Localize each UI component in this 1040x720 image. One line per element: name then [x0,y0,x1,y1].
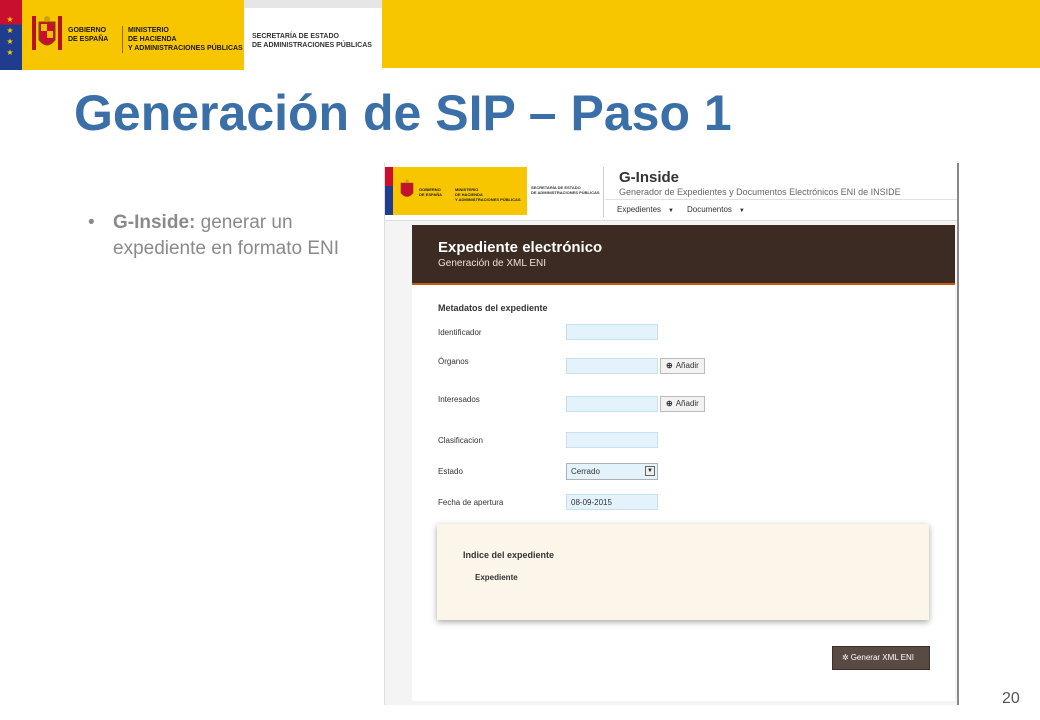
estado-value: Cerrado [571,467,600,476]
dropdown-arrow-icon: ▼ [645,466,655,476]
page-number: 20 [1002,690,1020,707]
mini-gobierno-label: GOBIERNO DE ESPAÑA [419,187,443,197]
add-interesado-button[interactable]: ⊕ Añadir [660,396,705,412]
ministerio-label: MINISTERIO DE HACIENDA Y ADMINISTRACIONES … [122,26,243,53]
estado-select[interactable]: Cerrado ▼ [566,463,658,480]
panel-title: Expediente electrónico [438,239,603,256]
government-logo: GOBIERNO DE ESPAÑA MINISTERIO DE HACIENDA Y… [22,0,244,70]
organos-input[interactable] [566,358,658,374]
top-banner: ★ ★ ★ ★ GOBIERNO DE ESPAÑA MINISTERIO DE HACI… [0,0,1040,70]
app-title: G-Inside [619,169,680,186]
nav-expedientes[interactable]: Expedientes ▼ [617,205,674,214]
fecha-label: Fecha de apertura [438,498,504,507]
slide: ★ ★ ★ ★ GOBIERNO DE ESPAÑA MINISTERIO DE HACI… [0,0,1040,720]
caret-down-icon: ▼ [668,208,674,214]
expediente-panel: Expediente electrónico Generación de XML… [412,225,955,701]
header-divider [603,167,604,217]
clasificacion-label: Clasificacion [438,436,483,445]
organos-label: Órganos [438,357,469,366]
eu-stars-icon: ★ ★ ★ ★ [6,15,14,57]
eu-flag-strip: ★ ★ ★ ★ [0,0,22,70]
app-header: GOBIERNO DE ESPAÑA MINISTERIO DE HACIENDA Y… [385,163,957,221]
secretaria-label: SECRETARÍA DE ESTADO DE ADMINISTRACIONES … [252,33,372,49]
estado-label: Estado [438,467,463,476]
section-title: Metadatos del expediente [438,303,548,313]
plus-circle-icon: ⊕ [666,361,673,370]
app-screenshot: GOBIERNO DE ESPAÑA MINISTERIO DE HACIENDA Y… [384,163,959,705]
interesados-label: Interesados [438,395,480,404]
clasificacion-input[interactable] [566,432,658,448]
generate-xml-button[interactable]: ✲ Generar XML ENI [832,646,930,670]
app-nav-bar: Expedientes ▼ Documentos ▼ [605,199,957,221]
panel-header: Expediente electrónico Generación de XML… [412,225,955,285]
app-gov-logo: GOBIERNO DE ESPAÑA MINISTERIO DE HACIENDA Y… [385,167,527,215]
coat-of-arms-icon [32,16,62,50]
mini-secretaria-label: SECRETARÍA DE ESTADO DE ADMINISTRACIONES … [531,185,600,195]
caret-down-icon: ▼ [738,208,745,214]
index-title: Indice del expediente [463,550,555,560]
banner-fill [382,0,1040,68]
bullet-text: G-Inside: generar un expediente en forma… [113,212,340,259]
interesados-input[interactable] [566,396,658,412]
index-item-expediente[interactable]: Expediente [475,573,518,582]
app-subtitle: Generador de Expedientes y Documentos El… [619,187,901,197]
index-box: Indice del expediente Expediente [437,524,929,620]
secretaria-box: SECRETARÍA DE ESTADO DE ADMINISTRACIONES … [244,0,382,70]
add-organo-button[interactable]: ⊕ Añadir [660,358,705,374]
panel-subtitle: Generación de XML ENI [438,258,547,269]
identificador-input[interactable] [566,324,658,340]
gobierno-label: GOBIERNO DE ESPAÑA [68,27,109,43]
slide-title: Generación de SIP – Paso 1 [74,85,732,141]
nav-documentos[interactable]: Documentos ▼ [687,205,745,214]
gear-icon: ✲ [842,653,849,662]
fecha-input[interactable]: 08-09-2015 [566,494,658,510]
mini-coat-of-arms-icon [400,179,414,197]
plus-circle-icon: ⊕ [666,399,673,408]
mini-ministerio-label: MINISTERIO DE HACIENDA Y ADMINISTRACIONES … [455,187,521,202]
bullet-icon: • [88,212,95,233]
identificador-label: Identificador [438,328,482,337]
mini-flag [385,167,393,215]
footer-strip [412,639,796,675]
